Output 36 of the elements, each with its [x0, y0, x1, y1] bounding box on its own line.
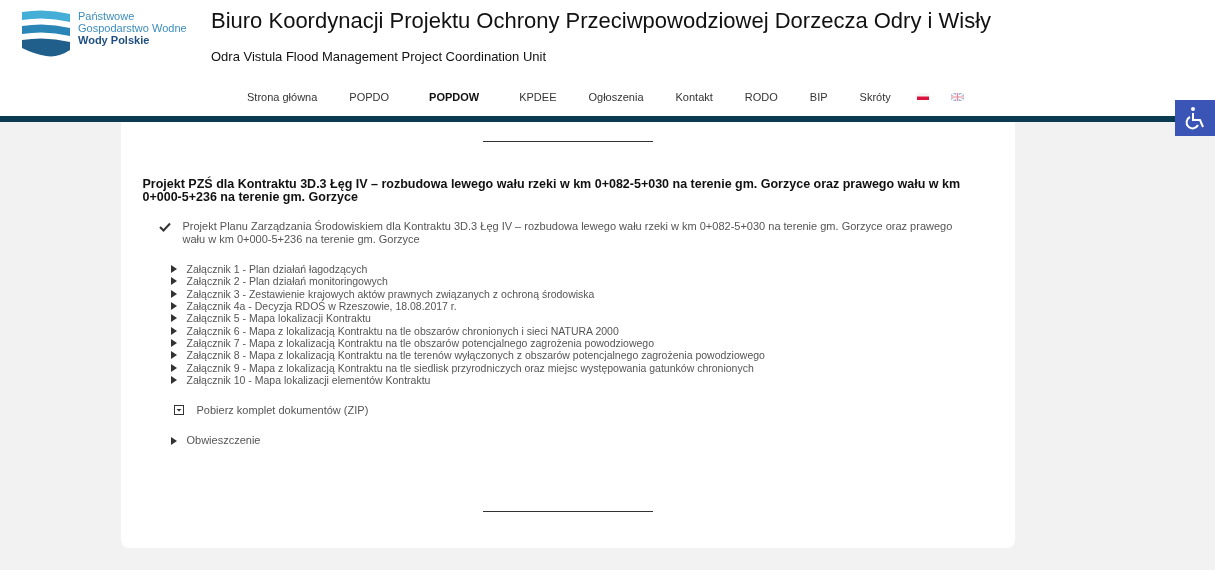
nav-link[interactable]: KPDEE: [503, 88, 573, 105]
notice-link[interactable]: Obwieszczenie: [186, 432, 261, 449]
document-text: Projekt Planu Zarządzania Środowiskiem dla Kontraktu 3D.3 Łęg IV – rozbudowa lewego wału rzeki w km 0+082-5+030 na terenie gm. Gorzyce oraz prawego wału w km 0+000-5+236 na terenie gm. Gorzyce: [182, 220, 953, 246]
flag-icon[interactable]: [916, 93, 929, 101]
attachment-link[interactable]: Załącznik 7 - Mapa z lokalizacją Kontraktu na tle obszarów potencjalnego zagrożenia powodziowego: [186, 336, 655, 349]
nav-link[interactable]: POPDO: [333, 88, 406, 105]
attachment-link[interactable]: Załącznik 1 - Plan działań łagodzących: [186, 263, 368, 276]
wheelchair-icon: [1184, 106, 1206, 130]
logo-text: Wody Polskie: [78, 34, 151, 46]
logo-icon: [20, 10, 72, 58]
attachment-link[interactable]: Załącznik 6 - Mapa z lokalizacją Kontraktu na tle obszarów chronionych i sieci NATURA 2000: [186, 324, 619, 337]
accessibility-button[interactable]: [1175, 100, 1215, 136]
attachment-link[interactable]: Załącznik 2 - Plan działań monitoringowych: [186, 275, 388, 288]
nav-link[interactable]: POPDOW: [405, 88, 504, 105]
check-icon: [158, 222, 171, 232]
nav-link[interactable]: RODO: [728, 88, 794, 105]
attachment-link[interactable]: Załącznik 4a - Decyzja RDOŚ w Rzeszowie, 18.08.2017 r.: [186, 300, 457, 313]
article-title: Projekt PZŚ dla Kontraktu 3D.3 Łęg IV – rozbudowa lewego wału rzeki w km 0+082-5+030 na terenie gm. Gorzyce oraz prawego wału w km 0+000-5+236 na terenie gm. Gorzyce: [142, 178, 962, 204]
attachment-link[interactable]: Załącznik 10 - Mapa lokalizacji elementów Kontraktu: [186, 373, 431, 386]
attachment-link[interactable]: Załącznik 8 - Mapa z lokalizacją Kontraktu na tle terenów wyłączonych z obszarów potencjalnego zagrożenia powodziowego: [186, 349, 765, 362]
nav-link[interactable]: Kontakt: [659, 88, 729, 105]
logo-text: Gospodarstwo Wodne: [78, 22, 187, 34]
nav-link[interactable]: Strona główna: [231, 88, 334, 105]
logo-text: Państwowe: [78, 10, 136, 22]
nav-link[interactable]: Ogłoszenia: [572, 88, 660, 105]
nav-link[interactable]: Skróty: [843, 88, 907, 105]
site-subtitle: Odra Vistula Flood Management Project Coordination Unit: [211, 48, 548, 66]
download-icon: [173, 405, 184, 416]
attachment-link[interactable]: Załącznik 3 - Zestawienie krajowych aktów prawnych związanych z ochroną środowiska: [186, 287, 595, 300]
triangle-icon: [170, 436, 177, 445]
attachment-link[interactable]: Załącznik 9 - Mapa z lokalizacją Kontraktu na tle siedlisk przyrodniczych oraz miejsc występowania gatunków chronionych: [186, 361, 754, 374]
nav-link[interactable]: BIP: [793, 88, 844, 105]
site-title: Biuro Koordynacji Projektu Ochrony Przeciwpowodziowej Dorzecza Odry i Wisły: [211, 7, 992, 35]
attachment-link[interactable]: Załącznik 5 - Mapa lokalizacji Kontraktu: [186, 312, 371, 325]
flag-icon[interactable]: [950, 92, 964, 101]
download-link[interactable]: Pobierz komplet dokumentów (ZIP): [196, 401, 369, 419]
